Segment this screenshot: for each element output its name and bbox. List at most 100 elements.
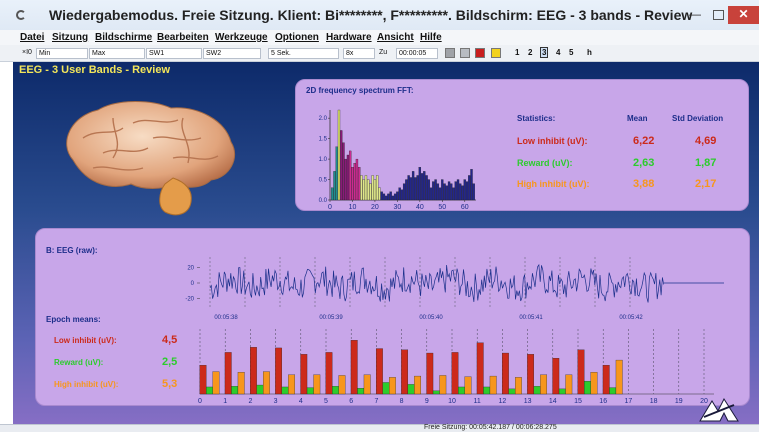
brand-logo: [699, 397, 739, 422]
minimize-button[interactable]: —: [684, 6, 706, 24]
eeg-title: B: EEG (raw):: [46, 246, 98, 255]
menu-bildschirme[interactable]: Bildschirme: [95, 32, 152, 43]
fft-bar: [465, 181, 469, 201]
app-icon: [16, 10, 26, 20]
time-field[interactable]: 00:00:05: [396, 48, 438, 59]
fft-bar: [364, 175, 368, 201]
record-icon[interactable]: [475, 48, 485, 58]
epoch-x-tick-label: 0: [198, 398, 202, 405]
epoch-bar: [615, 359, 623, 395]
statistics-header: Statistics:: [517, 114, 556, 123]
close-button[interactable]: ✕: [728, 6, 759, 24]
max-field[interactable]: Max: [89, 48, 145, 59]
stop-icon[interactable]: [445, 48, 455, 58]
epoch-bar: [508, 388, 516, 395]
fft-bar: [346, 154, 350, 201]
epoch-bar: [263, 371, 270, 395]
menu-hardware[interactable]: Hardware: [326, 32, 372, 43]
epoch-bar: [552, 358, 560, 395]
fft-bar: [373, 179, 377, 201]
window-title: Wiedergabemodus. Freie Sitzung. Klient: …: [49, 7, 693, 23]
epoch-bar: [237, 372, 245, 395]
speed-select[interactable]: 8x: [343, 48, 375, 59]
stat-high-std: 2,17: [695, 178, 717, 190]
page-button-3[interactable]: 3: [540, 47, 549, 58]
menu-werkzeuge[interactable]: Werkzeuge: [215, 32, 268, 43]
fft-bar: [407, 175, 410, 201]
sw1-select[interactable]: SW1: [146, 48, 202, 59]
fft-bar: [353, 163, 356, 201]
fft-bar: [436, 183, 439, 201]
epoch-x-tick-label: 10: [448, 398, 456, 405]
stat-low-label: Low inhibit (uV):: [517, 136, 588, 146]
fft-bar: [371, 175, 374, 201]
fft-bar: [441, 179, 444, 201]
fft-bar: [423, 171, 426, 201]
fft-bar: [443, 183, 446, 201]
epoch-x-tick-label: 12: [499, 398, 507, 405]
epoch-bar: [250, 347, 257, 395]
fft-bar: [456, 179, 460, 201]
epoch-x-tick-label: 18: [650, 398, 658, 405]
epoch-bar: [565, 374, 573, 395]
epoch-bar: [332, 386, 339, 395]
fft-bar: [463, 179, 466, 201]
stat-reward-label: Reward (uV):: [517, 158, 573, 168]
menu-ansicht[interactable]: Ansicht: [377, 32, 414, 43]
fft-bar: [387, 193, 390, 201]
menu-optionen[interactable]: Optionen: [275, 32, 319, 43]
fft-bar: [420, 173, 424, 201]
page-button-1[interactable]: 1: [515, 48, 519, 57]
fft-bar: [454, 181, 457, 201]
period-select[interactable]: 5 Sek.: [268, 48, 339, 59]
page-button-5[interactable]: 5: [569, 48, 573, 57]
fft-chart: 0 10 20 30 40 50 60 0.0 0.5 1.0 1.5 2.0: [319, 109, 476, 211]
menu-bar: Datei Sitzung Bildschirme Bearbeiten Wer…: [0, 30, 759, 45]
epoch-bar: [206, 386, 213, 395]
epoch-bar: [313, 374, 321, 395]
menu-bearbeiten[interactable]: Bearbeiten: [157, 32, 209, 43]
fft-bar: [418, 167, 422, 201]
end-button[interactable]: h: [587, 48, 592, 57]
rewind-icon[interactable]: [460, 48, 470, 58]
epoch-bar: [375, 348, 383, 395]
epoch-bar: [325, 352, 333, 395]
stat-reward-std: 1,87: [695, 157, 717, 169]
epoch-x-tick-label: 13: [524, 398, 532, 405]
fft-x-tick-label: 50: [438, 204, 446, 211]
fft-bar: [398, 187, 401, 201]
fft-bar: [342, 142, 345, 201]
epoch-bar: [382, 382, 390, 395]
eeg-raw-chart: 20 0 -20 00:05:38 00:05:39 00:05:40 00:05:41 00…: [185, 257, 724, 321]
fft-x-tick-label: 30: [393, 204, 401, 211]
fft-bar: [376, 175, 379, 201]
fft-bar: [459, 183, 462, 201]
epoch-bar: [476, 342, 484, 395]
epoch-bar: [527, 354, 535, 395]
maximize-button[interactable]: [708, 6, 728, 24]
epoch-x-tick-label: 16: [599, 398, 607, 405]
min-field[interactable]: Min: [36, 48, 88, 59]
epoch-bar: [501, 352, 509, 395]
epoch-bar: [275, 347, 282, 395]
epoch-bar: [584, 381, 591, 395]
page-button-4[interactable]: 4: [556, 48, 560, 57]
epoch-x-tick-label: 8: [400, 398, 404, 405]
fft-panel: 2D frequency spectrum FFT: 0 10 20 30 40 50 60…: [295, 79, 749, 211]
epoch-bar: [300, 354, 308, 395]
fft-bar: [337, 109, 341, 201]
fft-bar: [384, 195, 388, 201]
fft-bar: [438, 187, 442, 201]
fft-bar: [369, 183, 372, 201]
fft-y-tick-label: 2.0: [319, 116, 328, 122]
page-button-2[interactable]: 2: [528, 48, 532, 57]
menu-hilfe[interactable]: Hilfe: [420, 32, 442, 43]
fft-bar: [389, 191, 392, 201]
menu-sitzung[interactable]: Sitzung: [52, 32, 88, 43]
fft-bar: [331, 187, 334, 201]
menu-datei[interactable]: Datei: [20, 32, 44, 43]
epoch-bar: [577, 349, 585, 395]
sw2-select[interactable]: SW2: [203, 48, 261, 59]
pause-icon[interactable]: [491, 48, 501, 58]
epoch-x-tick-label: 6: [349, 398, 353, 405]
